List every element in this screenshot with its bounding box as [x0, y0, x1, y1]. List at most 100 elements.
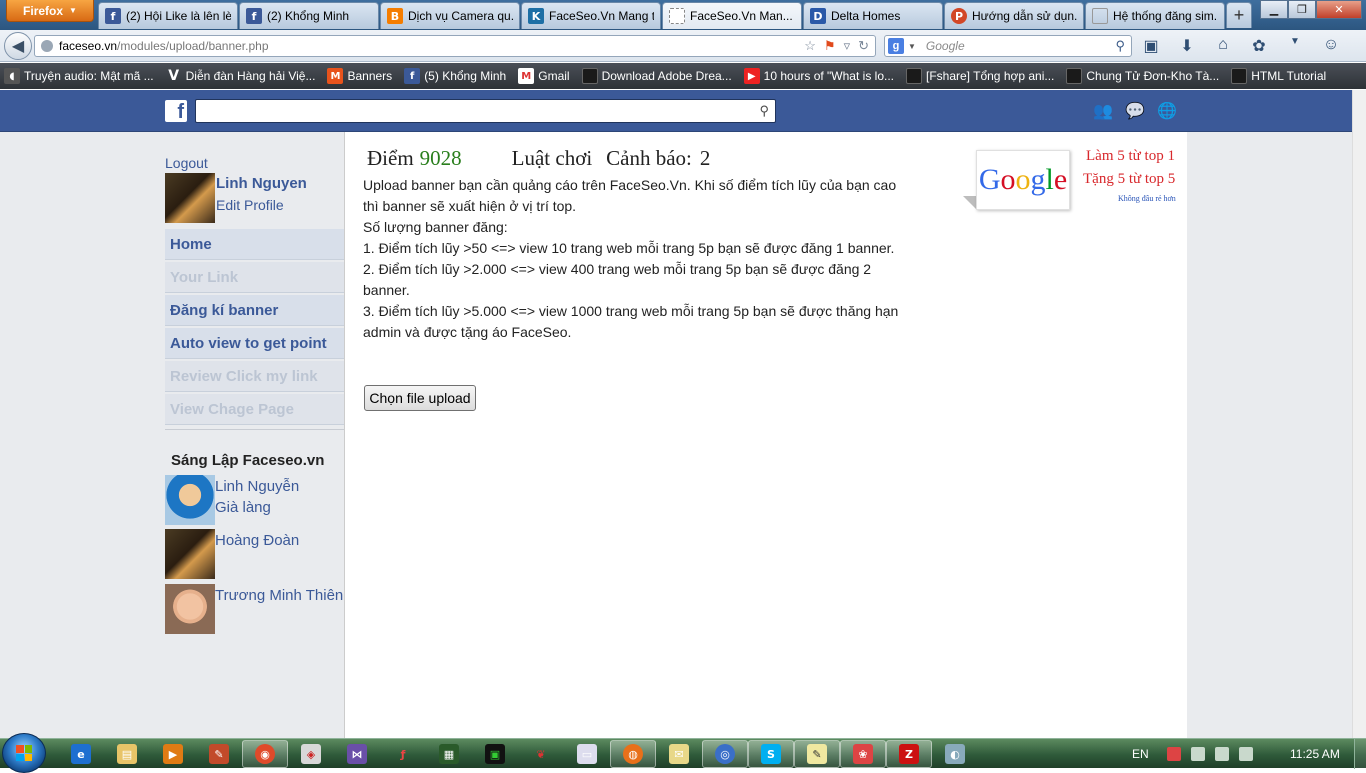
banner-ad[interactable]: Google Làm 5 từ top 1 Tặng 5 từ top 5 Kh…	[963, 140, 1176, 220]
taskbar-app[interactable]: ◎	[702, 740, 748, 768]
taskbar-app[interactable]: ▶	[150, 740, 196, 768]
choose-file-upload-button[interactable]: Chọn file upload	[364, 385, 476, 411]
google-engine-icon[interactable]: g	[888, 38, 904, 54]
browser-tab[interactable]: D Delta Homes	[803, 2, 943, 29]
browser-tab[interactable]: f (2) Khổng Minh	[239, 2, 379, 29]
bookmark-item[interactable]: [Fshare] Tổng hợp ani...	[906, 68, 1054, 84]
bookmark-item[interactable]: f (5) Khổng Minh	[404, 68, 506, 84]
bookmark-item[interactable]: ▶ 10 hours of "What is lo...	[743, 68, 894, 84]
bookmark-item[interactable]: HTML Tutorial	[1231, 68, 1326, 84]
filezilla-icon: Z	[899, 744, 919, 764]
taskbar-app[interactable]: ✎	[794, 740, 840, 768]
sidebar-item-home[interactable]: Home	[165, 229, 344, 260]
flag-icon[interactable]: ⚑	[824, 38, 836, 54]
avatar[interactable]	[165, 584, 215, 634]
folder-icon	[1066, 68, 1083, 84]
close-window-button[interactable]: ✕	[1316, 0, 1362, 19]
new-tab-button[interactable]: +	[1226, 2, 1252, 28]
maximize-button[interactable]: ❐	[1288, 0, 1316, 19]
rules-link[interactable]: Luật chơi	[512, 146, 593, 171]
downloads-icon[interactable]: ⬇	[1176, 36, 1198, 56]
volume-muted-icon[interactable]	[1214, 747, 1229, 761]
founder-name[interactable]: Hoàng Đoàn	[215, 532, 299, 549]
browser-tab[interactable]: f (2) Hội Like là lên lè...	[98, 2, 238, 29]
search-icon[interactable]: ⚲	[1115, 38, 1125, 54]
start-button[interactable]	[2, 733, 46, 773]
facebook-icon: f	[246, 8, 262, 24]
bookmark-label: Banners	[347, 69, 393, 83]
bookmark-item[interactable]: Chung Tử Đơn-Kho Tà...	[1066, 68, 1219, 84]
taskbar-app[interactable]: ▤	[104, 740, 150, 768]
browser-tab[interactable]: P Hướng dẫn sử dụn...	[944, 2, 1084, 29]
minimize-button[interactable]: ▁	[1260, 0, 1288, 19]
bookmark-label: Gmail	[538, 69, 570, 83]
search-bar[interactable]: g ▼ Google ⚲	[884, 35, 1132, 57]
avatar[interactable]	[165, 475, 215, 525]
taskbar-app[interactable]: ƒ	[380, 740, 426, 768]
bookmark-item[interactable]: V Diễn đàn Hàng hải Việ...	[166, 68, 315, 84]
facebook-logo-icon[interactable]: f	[165, 100, 187, 122]
bookmarks-menu-icon[interactable]: ▣	[1140, 36, 1162, 56]
addon-icon[interactable]: ✿	[1248, 36, 1270, 56]
taskbar-app[interactable]: ⋈	[334, 740, 380, 768]
media-player-icon: ▶	[163, 744, 183, 764]
taskbar-app[interactable]: e	[58, 740, 104, 768]
avatar[interactable]	[165, 173, 215, 223]
action-center-icon[interactable]	[1190, 747, 1205, 761]
url-bar[interactable]: faceseo.vn/modules/upload/banner.php ☆ ⚑…	[34, 35, 876, 57]
home-icon[interactable]: ⌂	[1212, 36, 1234, 56]
edit-profile-link[interactable]: Edit Profile	[216, 197, 284, 213]
taskbar-app[interactable]: ◍	[610, 740, 656, 768]
logout-link[interactable]: Logout	[165, 155, 208, 171]
site-search-input[interactable]: ⚲	[195, 99, 776, 123]
overflow-icon[interactable]: ▼	[1284, 36, 1306, 56]
bookmark-item[interactable]: ◖ Truyện audio: Mật mã ...	[4, 68, 154, 84]
messages-icon[interactable]: 💬	[1124, 100, 1146, 122]
tray-alert-icon[interactable]	[1166, 747, 1181, 761]
browser-tab-active[interactable]: FaceSeo.Vn Man...	[662, 2, 802, 29]
instructions-intro: Upload banner bạn cần quảng cáo trên Fac…	[363, 177, 897, 214]
engine-dropdown-icon[interactable]: ▼	[908, 42, 916, 51]
avatar[interactable]	[165, 529, 215, 579]
show-desktop-button[interactable]	[1354, 739, 1366, 769]
founder-name[interactable]: Trương Minh Thiên	[215, 587, 343, 604]
taskbar-app[interactable]: ◐	[932, 740, 978, 768]
taskbar-clock[interactable]: 11:25 AM	[1290, 747, 1340, 761]
back-button[interactable]: ◀	[4, 32, 32, 60]
network-icon[interactable]	[1238, 747, 1253, 761]
sidebar-item-register-banner[interactable]: Đăng kí banner	[165, 295, 344, 326]
taskbar-app[interactable]: ✎	[196, 740, 242, 768]
dropdown-icon[interactable]: ▿	[844, 38, 851, 54]
bookmark-star-icon[interactable]: ☆	[804, 38, 816, 54]
taskbar-app[interactable]: Z	[886, 740, 932, 768]
reload-icon[interactable]: ↻	[858, 38, 869, 54]
search-icon[interactable]: ⚲	[759, 103, 769, 119]
friends-icon[interactable]: 👥	[1092, 100, 1114, 122]
bookmark-item[interactable]: M Banners	[327, 68, 392, 84]
taskbar-app[interactable]: ▦	[426, 740, 472, 768]
p-icon: P	[951, 8, 967, 24]
browser-tab[interactable]: Hệ thống đăng sim...	[1085, 2, 1225, 29]
notifications-globe-icon[interactable]: 🌐	[1156, 100, 1178, 122]
taskbar-app[interactable]: ◉	[242, 740, 288, 768]
bookmark-item[interactable]: Download Adobe Drea...	[581, 68, 732, 84]
site-identity-icon[interactable]	[41, 40, 53, 52]
taskbar-app[interactable]: ❦	[518, 740, 564, 768]
instructions-rule-1: 1. Điểm tích lũy >50 <=> view 10 trang w…	[363, 240, 895, 256]
taskbar-app[interactable]: ▭	[564, 740, 610, 768]
profile-name[interactable]: Linh Nguyen	[216, 175, 307, 192]
bookmark-item[interactable]: M Gmail	[518, 68, 570, 84]
founder-name[interactable]: Linh Nguyễn	[215, 478, 299, 495]
browser-tab[interactable]: K FaceSeo.Vn Mang t...	[521, 2, 661, 29]
page-scrollbar[interactable]	[1352, 90, 1366, 738]
extension-icon[interactable]: ☺	[1320, 36, 1342, 56]
sidebar-item-auto-view[interactable]: Auto view to get point	[165, 328, 344, 359]
browser-tab[interactable]: B Dịch vụ Camera qu...	[380, 2, 520, 29]
taskbar-app[interactable]: S	[748, 740, 794, 768]
taskbar-app[interactable]: ❀	[840, 740, 886, 768]
language-indicator[interactable]: EN	[1132, 747, 1149, 761]
taskbar-app[interactable]: ✉	[656, 740, 702, 768]
taskbar-app[interactable]: ◈	[288, 740, 334, 768]
taskbar-app[interactable]: ▣	[472, 740, 518, 768]
firefox-menu-button[interactable]: Firefox ▼	[6, 0, 94, 22]
